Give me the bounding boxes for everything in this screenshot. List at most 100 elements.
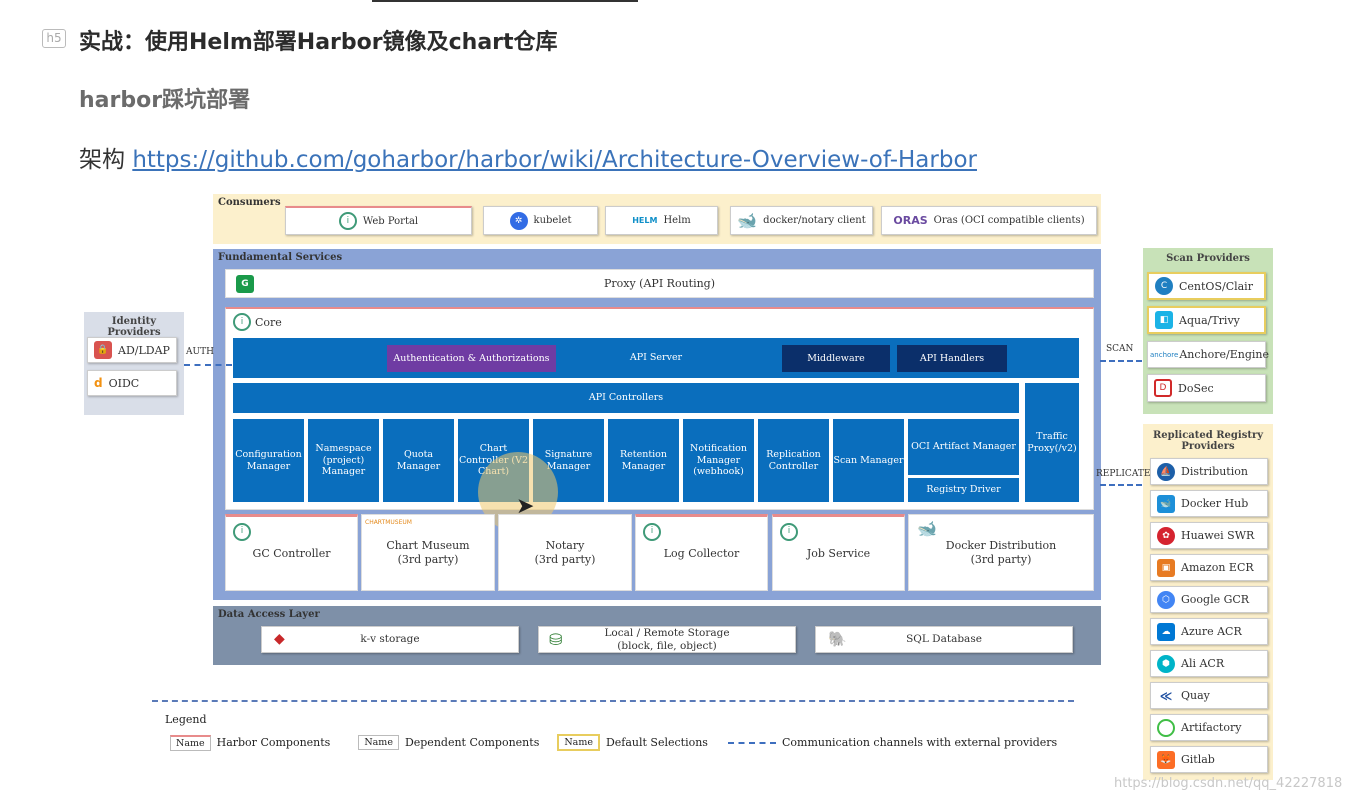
google-gcr-icon: ⬡ <box>1157 590 1175 609</box>
manager-oci-artifact: OCI Artifact Manager <box>908 419 1019 475</box>
rep-ali-acr: ⬢ Ali ACR <box>1150 650 1268 677</box>
ali-acr-icon: ⬢ <box>1157 654 1175 673</box>
redis-icon: ◆ <box>274 631 285 647</box>
harbor-logo-icon: i <box>338 212 357 230</box>
scan-clair: C CentOS/Clair <box>1147 272 1266 300</box>
architecture-diagram: Consumers i Web Portal ✲ kubelet HELM He… <box>0 0 1367 803</box>
idp-oidc: d OIDC <box>87 370 177 396</box>
manager-quota: Quota Manager <box>383 419 454 502</box>
watermark: https://blog.csdn.net/qq_42227818 <box>1114 776 1343 791</box>
scan-dosec: D DoSec <box>1147 374 1266 402</box>
distribution-icon: ⛵ <box>1157 462 1175 481</box>
middleware-box: Middleware <box>782 345 890 372</box>
scan-trivy: ◧ Aqua/Trivy <box>1147 306 1266 334</box>
data-access-title: Data Access Layer <box>218 609 320 620</box>
docker-icon: 🐋 <box>917 519 937 538</box>
registry-driver: Registry Driver <box>908 478 1019 502</box>
docker-icon: 🐋 <box>737 211 758 230</box>
consumer-docker-client: 🐋 docker/notary client <box>730 206 873 235</box>
manager-configuration: Configuration Manager <box>233 419 304 502</box>
azure-icon: ☁ <box>1157 622 1175 641</box>
legend-default-label: Default Selections <box>605 736 708 749</box>
harbor-logo-icon: i <box>233 313 251 331</box>
harbor-logo-icon: i <box>643 523 661 541</box>
auth-connector <box>184 364 232 366</box>
rep-artifactory: Artifactory <box>1150 714 1268 741</box>
legend-channel-swatch <box>727 741 776 744</box>
scan-connector <box>1100 360 1142 362</box>
anchore-icon: anchore <box>1150 350 1179 359</box>
storage-bucket-icon: ⛁ <box>549 630 563 649</box>
gc-controller: i GC Controller <box>225 514 358 591</box>
rep-gitlab: 🦊 Gitlab <box>1150 746 1268 773</box>
identity-providers-title: Identity Providers <box>107 316 161 338</box>
trivy-icon: ◧ <box>1155 311 1173 329</box>
kv-storage: ◆ k-v storage <box>261 626 519 653</box>
gitlab-icon: 🦊 <box>1157 750 1175 769</box>
fundamental-title: Fundamental Services <box>218 252 343 263</box>
rep-amazon-ecr: ▣ Amazon ECR <box>1150 554 1268 581</box>
consumer-web-portal: i Web Portal <box>285 206 472 235</box>
scan-providers-title: Scan Providers <box>1166 253 1250 264</box>
chart-museum: CHARTMUSEUM Chart Museum (3rd party) <box>361 514 495 591</box>
legend-title: Legend <box>165 713 207 726</box>
docker-hub-icon: 🐋 <box>1157 494 1175 513</box>
legend-dependent-swatch: Name <box>358 735 399 750</box>
traffic-proxy-box: Traffic Proxy(/v2) <box>1025 383 1079 502</box>
replicate-connector <box>1100 484 1142 486</box>
rep-azure-acr: ☁ Azure ACR <box>1150 618 1268 645</box>
rep-google-gcr: ⬡ Google GCR <box>1150 586 1268 613</box>
manager-scan: Scan Manager <box>833 419 904 502</box>
rep-docker-hub: 🐋 Docker Hub <box>1150 490 1268 517</box>
replication-controller: Replication Controller <box>758 419 829 502</box>
consumer-kubelet: ✲ kubelet <box>483 206 598 235</box>
manager-namespace: Namespace (project) Manager <box>308 419 379 502</box>
job-service: i Job Service <box>772 514 905 591</box>
api-controllers-bar: API Controllers <box>233 383 1019 413</box>
auth-arrow-label: AUTH <box>186 347 214 357</box>
api-handlers-box: API Handlers <box>897 345 1007 372</box>
scan-anchore: anchore Anchore/Engine <box>1147 341 1269 368</box>
consumer-helm: HELM Helm <box>605 206 718 235</box>
local-remote-storage: ⛁ Local / Remote Storage (block, file, o… <box>538 626 796 653</box>
consumers-title: Consumers <box>218 197 281 208</box>
chartmuseum-icon: CHARTMUSEUM <box>365 519 412 526</box>
harbor-logo-icon: i <box>780 523 798 541</box>
dosec-icon: D <box>1154 379 1172 397</box>
legend-channel-label: Communication channels with external pro… <box>781 736 1058 749</box>
nginx-icon: G <box>236 275 254 293</box>
replicated-providers-title: Replicated Registry Providers <box>1152 430 1264 452</box>
manager-notification: Notification Manager (webhook) <box>683 419 754 502</box>
legend-row: Name Harbor Components Name Dependent Co… <box>170 734 1057 751</box>
rep-quay: ≪ Quay <box>1150 682 1268 709</box>
openid-icon: d <box>94 376 103 390</box>
legend-divider <box>152 700 1074 702</box>
legend-harbor-label: Harbor Components <box>216 736 331 749</box>
sql-database: 🐘 SQL Database <box>815 626 1073 653</box>
idp-ad-ldap: 🔒 AD/LDAP <box>87 337 177 363</box>
rep-distribution: ⛵ Distribution <box>1150 458 1268 485</box>
rep-huawei-swr: ✿ Huawei SWR <box>1150 522 1268 549</box>
lock-icon: 🔒 <box>94 341 112 359</box>
log-collector: i Log Collector <box>635 514 768 591</box>
amazon-ecr-icon: ▣ <box>1157 558 1175 577</box>
clair-icon: C <box>1155 277 1173 295</box>
artifactory-icon <box>1157 718 1175 737</box>
legend-harbor-swatch: Name <box>170 734 211 751</box>
helm-icon: HELM <box>632 216 658 225</box>
manager-retention: Retention Manager <box>608 419 679 502</box>
quay-icon: ≪ <box>1157 686 1175 705</box>
harbor-logo-icon: i <box>233 523 251 541</box>
docker-distribution: 🐋 Docker Distribution (3rd party) <box>908 514 1094 591</box>
consumer-oras: ORAS Oras (OCI compatible clients) <box>881 206 1097 235</box>
scan-arrow-label: SCAN <box>1106 344 1134 354</box>
core-label: i Core <box>233 313 282 331</box>
kubernetes-icon: ✲ <box>509 211 528 230</box>
proxy-box: G Proxy (API Routing) <box>225 269 1094 298</box>
postgresql-icon: 🐘 <box>828 630 847 648</box>
legend-dependent-label: Dependent Components <box>404 736 540 749</box>
auth-box: Authentication & Authorizations <box>387 345 556 372</box>
replicate-arrow-label: REPLICATE <box>1096 469 1151 479</box>
notary: Notary (3rd party) <box>498 514 632 591</box>
huawei-icon: ✿ <box>1157 526 1175 545</box>
